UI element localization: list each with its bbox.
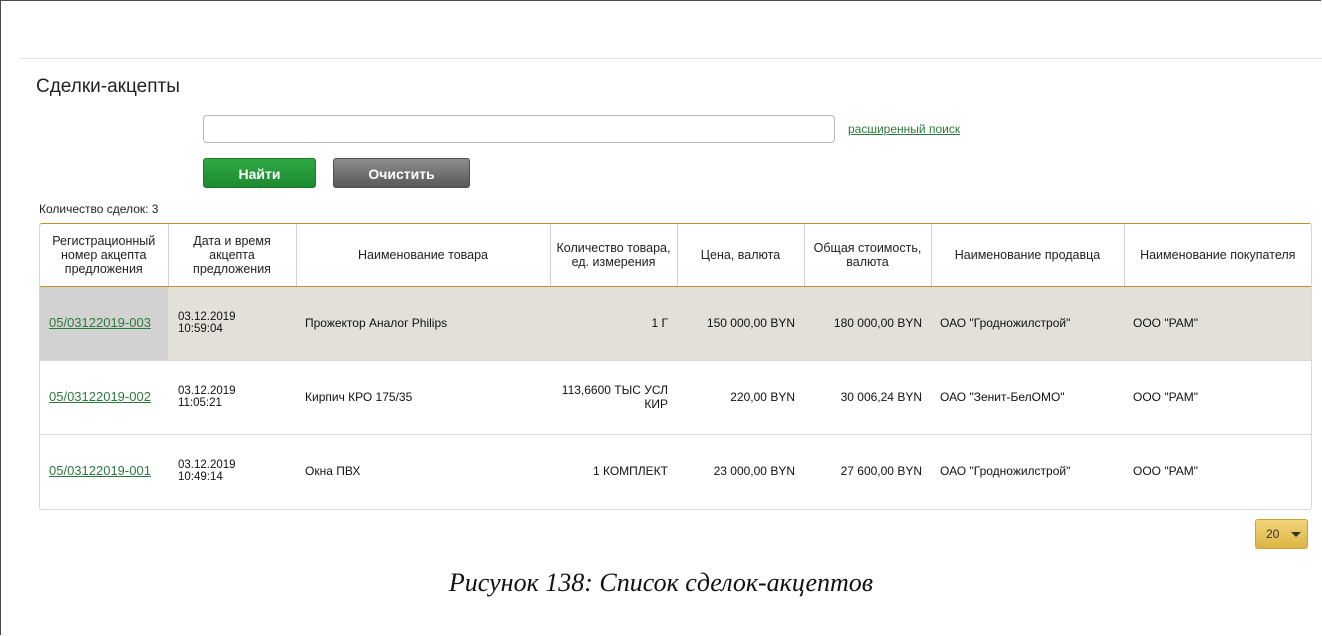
table-row[interactable]: 05/03122019-002 03.12.2019 11:05:21 Кирпи… <box>40 360 1311 434</box>
figure-caption: Рисунок 138: Список сделок-акцептов <box>448 568 874 597</box>
quantity-cell: 1 Г <box>651 316 668 330</box>
seller-cell: ОАО "Зенит-БелОМО" <box>940 390 1065 404</box>
divider <box>20 58 1322 59</box>
price-cell: 23 000,00 BYN <box>713 464 795 479</box>
clear-button[interactable]: Очистить <box>333 158 470 188</box>
total-cell: 27 600,00 BYN <box>840 464 922 479</box>
page-title: Сделки-акцепты <box>36 76 180 97</box>
column-header[interactable]: Цена, валюта <box>677 224 805 287</box>
reg-number-link[interactable]: 05/03122019-003 <box>49 316 151 330</box>
page-size-select[interactable]: 20 <box>1255 519 1308 549</box>
buyer-cell: ООО "РАМ" <box>1133 390 1199 404</box>
seller-cell: ОАО "Гродножилстрой" <box>940 316 1071 330</box>
datetime-cell: 03.12.2019 11:05:21 <box>168 360 296 434</box>
time-text: 10:59:04 <box>178 323 223 335</box>
reg-number-link[interactable]: 05/03122019-002 <box>49 390 151 404</box>
column-header[interactable]: Дата и время акцепта предложения <box>168 224 297 287</box>
product-cell: Окна ПВХ <box>305 464 361 479</box>
price-cell: 220,00 BYN <box>730 390 795 404</box>
total-cell: 30 006,24 BYN <box>840 390 922 404</box>
advanced-search-link[interactable]: расширенный поиск <box>848 122 960 136</box>
deals-count: Количество сделок: 3 <box>39 202 159 216</box>
date-text: 03.12.2019 <box>178 459 236 472</box>
column-header[interactable]: Наименование покупателя <box>1124 224 1311 287</box>
buyer-cell: ООО "РАМ" <box>1133 316 1199 330</box>
column-header[interactable]: Общая стоимость, валюта <box>804 224 932 287</box>
datetime-cell: 03.12.2019 10:59:04 <box>168 286 296 360</box>
time-text: 10:49:14 <box>178 471 223 484</box>
column-header[interactable]: Регистрационный номер акцепта предложени… <box>40 224 169 287</box>
deals-table: Регистрационный номер акцепта предложени… <box>39 223 1312 510</box>
reg-number-link[interactable]: 05/03122019-001 <box>49 464 151 478</box>
table-header-row: Регистрационный номер акцепта предложени… <box>40 224 1311 287</box>
table-row[interactable]: 05/03122019-003 03.12.2019 10:59:04 Проже… <box>40 286 1311 360</box>
column-header[interactable]: Наименование товара <box>296 224 551 287</box>
search-input[interactable] <box>203 115 835 143</box>
reg-number-cell: 05/03122019-003 <box>40 286 168 360</box>
datetime-cell: 03.12.2019 10:49:14 <box>168 434 296 508</box>
table-row[interactable]: 05/03122019-001 03.12.2019 10:49:14 Окна … <box>40 434 1311 508</box>
reg-number-cell: 05/03122019-002 <box>40 360 168 434</box>
product-cell: Кирпич КРО 175/35 <box>305 390 413 404</box>
total-cell: 180 000,00 BYN <box>833 316 922 330</box>
find-button[interactable]: Найти <box>203 158 316 188</box>
date-text: 03.12.2019 <box>178 385 236 397</box>
chevron-down-icon <box>1291 532 1301 537</box>
date-text: 03.12.2019 <box>178 311 236 323</box>
time-text: 11:05:21 <box>178 397 222 409</box>
price-cell: 150 000,00 BYN <box>706 316 795 330</box>
quantity-cell: 113,6600 ТЫС УСЛ КИР <box>561 383 668 411</box>
buyer-cell: ООО "РАМ" <box>1133 464 1199 479</box>
reg-number-cell: 05/03122019-001 <box>40 434 168 508</box>
column-header[interactable]: Наименование продавца <box>931 224 1125 287</box>
column-header[interactable]: Количество товара, ед. измерения <box>550 224 678 287</box>
page-size-value: 20 <box>1266 527 1280 541</box>
quantity-cell: 1 КОМПЛЕКТ <box>592 464 668 479</box>
seller-cell: ОАО "Гродножилстрой" <box>940 464 1071 479</box>
product-cell: Прожектор Аналог Philips <box>305 316 448 330</box>
